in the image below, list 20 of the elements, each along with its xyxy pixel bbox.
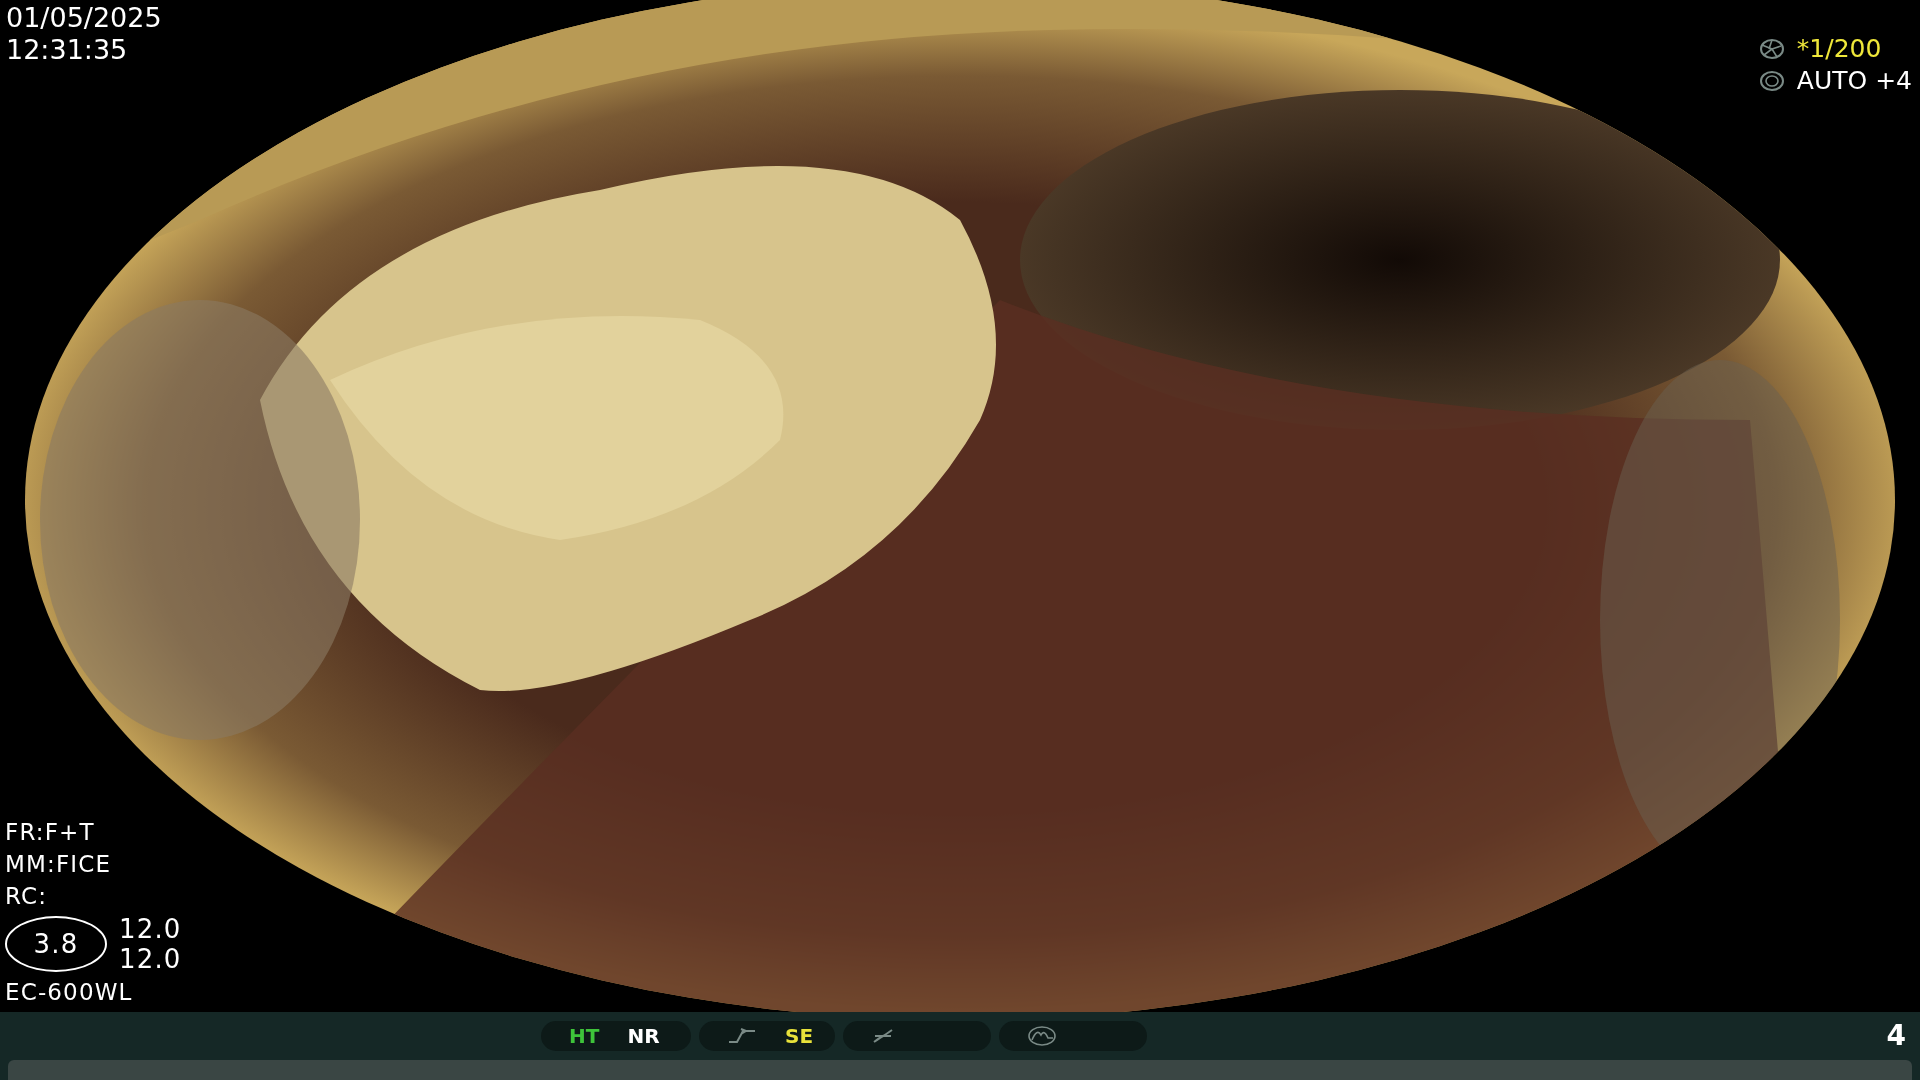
shutter-speed-text: *1/200 <box>1796 34 1882 64</box>
enhancement-level: 3.8 <box>5 916 107 972</box>
image-count-text: 4 <box>1886 1018 1906 1054</box>
status-label: HT <box>569 1026 600 1046</box>
iris-mode-text: AUTO +4 <box>1796 66 1912 96</box>
wave-circle-icon <box>1027 1025 1057 1047</box>
enhancement-value: 12.0 <box>119 914 182 944</box>
status-label: NR <box>627 1026 660 1046</box>
aperture-icon <box>1758 38 1785 60</box>
scope-model-text: EC-600WL <box>5 978 134 1007</box>
slash-icon <box>871 1027 895 1045</box>
iris-icon <box>1758 70 1785 92</box>
status-label: SE <box>785 1026 814 1046</box>
tone-curve-icon <box>727 1027 757 1045</box>
setting-text: RC: <box>5 882 49 911</box>
time-text: 12:31:35 <box>6 34 129 66</box>
enhancement-value: 12.0 <box>119 944 182 974</box>
setting-text: MM:FICE <box>5 850 113 879</box>
date-text: 01/05/2025 <box>6 2 162 34</box>
setting-text: FR:F+T <box>5 818 96 847</box>
